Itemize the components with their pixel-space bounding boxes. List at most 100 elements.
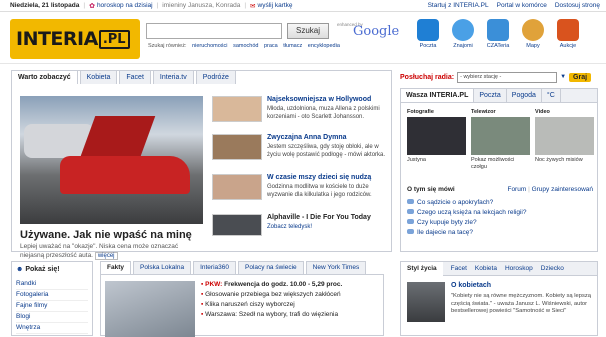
story-title[interactable]: Zwyczajna Anna Dymna	[267, 134, 347, 141]
interia-logo[interactable]: INTERIA .PL	[10, 19, 140, 59]
tab-local-poland[interactable]: Polska Lokalna	[132, 261, 192, 274]
story-title[interactable]: Alphaville - I Die For You Today	[267, 214, 371, 221]
talk-topic[interactable]: Ile dajecie na tacę?	[417, 229, 473, 236]
tab-your-interia[interactable]: Wasza INTERIA.PL	[401, 89, 475, 102]
search-button[interactable]: Szukaj	[287, 23, 329, 39]
media-item[interactable]: Telewizor Pokaz możliwości czołgu	[471, 109, 530, 170]
tab-mail[interactable]: Poczta	[474, 89, 507, 102]
talk-topic[interactable]: Czego uczą księża na lekcjach religii?	[417, 209, 526, 216]
list-item[interactable]: Czy kupuje byty zle?	[407, 219, 593, 226]
story-thumbnail[interactable]	[212, 174, 262, 200]
radio-station-select[interactable]: - wybierz stację -	[457, 71, 558, 83]
list-item[interactable]: Ile dajecie na tacę?	[407, 229, 593, 236]
lifestyle-header: Styl życia Facet Kobieta Horoskop Dzieck…	[401, 261, 597, 276]
news-headline[interactable]: Klika naruszeń ciszy wyborczej	[205, 301, 295, 308]
news-headline[interactable]: Głosowanie przebiega bez większych zakłó…	[205, 291, 341, 298]
mail-service[interactable]: Poczta	[414, 19, 442, 49]
talk-list: Co sądzicie o apokryfach? Czego uczą ksi…	[407, 199, 593, 236]
talk-topic[interactable]: Co sądzicie o apokryfach?	[417, 199, 493, 206]
list-item[interactable]: Czego uczą księża na lekcjach religii?	[407, 209, 593, 216]
service-label: CZATeria	[486, 43, 510, 49]
lead-title[interactable]: Używane. Jak nie wpaść na minę	[20, 229, 192, 241]
more-button[interactable]: więcej	[94, 251, 118, 260]
lifestyle-link-horoscope[interactable]: Horoskop	[505, 265, 533, 272]
maps-service[interactable]: Mapy	[519, 19, 547, 49]
tab-facts[interactable]: Fakty	[100, 261, 131, 274]
top-links: Startuj z INTERIA.PL Portal w komórce Do…	[428, 2, 600, 9]
tab-weather[interactable]: Pogoda	[507, 89, 542, 102]
chevron-down-icon[interactable]: ▼	[560, 74, 566, 80]
play-radio-button[interactable]: Graj	[569, 72, 592, 82]
lifestyle-link-man[interactable]: Facet	[451, 265, 467, 272]
tab-man[interactable]: Facet	[119, 70, 151, 84]
sidebar-item-interiors[interactable]: Wnętrza	[16, 323, 88, 334]
comment-icon	[407, 199, 414, 204]
story-title[interactable]: W czasie mszy dzieci się nudzą	[267, 174, 371, 181]
list-item[interactable]: Co sądzicie o apokryfach?	[407, 199, 593, 206]
list-item[interactable]: ▪ Warszawa: Szedł na wybory, trafi do wi…	[201, 311, 342, 318]
service-label: Mapy	[526, 43, 540, 49]
sidebar-item-dating[interactable]: Randki	[16, 279, 88, 290]
lead-photo[interactable]	[20, 96, 203, 224]
media-caption[interactable]: Justyna	[407, 157, 466, 164]
news-photo[interactable]	[105, 281, 195, 337]
media-strip: Fotografie Justyna Telewizor Pokaz możli…	[407, 109, 594, 170]
sidebar-item-gallery[interactable]: Fotogaleria	[16, 290, 88, 301]
media-thumbnail[interactable]	[471, 117, 530, 155]
list-item[interactable]: ▪ Głosowanie przebiega bez większych zak…	[201, 291, 342, 298]
list-item[interactable]: ▪ Klika naruszeń ciszy wyborczej	[201, 301, 342, 308]
customize-page-link[interactable]: Dostosuj stronę	[555, 2, 600, 9]
media-caption[interactable]: Noc żywych misiów	[535, 157, 594, 164]
category-link[interactable]: nieruchomości	[192, 43, 227, 49]
auctions-service[interactable]: Aukcje	[554, 19, 582, 49]
media-item[interactable]: Video Noc żywych misiów	[535, 109, 594, 170]
lifestyle-link-child[interactable]: Dziecko	[541, 265, 564, 272]
talk-title: O tym się mówi	[407, 186, 455, 193]
sidebar-item-videos[interactable]: Fajne filmy	[16, 301, 88, 312]
tab-interia-tv[interactable]: Interia.tv	[152, 70, 194, 84]
chat-service[interactable]: CZATeria	[484, 19, 512, 49]
send-card-link[interactable]: wyślij kartkę	[258, 2, 293, 9]
friends-service[interactable]: Znajomi	[449, 19, 477, 49]
category-link[interactable]: encyklopedia	[308, 43, 340, 49]
news-headline[interactable]: Frekwencja do godz. 10.00 - 5,29 proc.	[224, 281, 342, 288]
start-link[interactable]: Startuj z INTERIA.PL	[428, 2, 489, 9]
sidebar-item-blogs[interactable]: Blogi	[16, 312, 88, 323]
media-thumbnail[interactable]	[535, 117, 594, 155]
mobile-portal-link[interactable]: Portal w komórce	[497, 2, 547, 9]
list-item[interactable]: ▪ PKW: Frekwencja do godz. 10.00 - 5,29 …	[201, 281, 342, 288]
tab-travel[interactable]: Podróże	[195, 70, 236, 84]
people-icon: ☻	[16, 266, 24, 273]
lead-text: Lepiej uważać na "okazje". Niska cena mo…	[20, 243, 203, 261]
tab-temperature[interactable]: °C	[542, 89, 561, 102]
lifestyle-story-title[interactable]: O kobietach	[451, 282, 491, 289]
category-link[interactable]: praca	[264, 43, 278, 49]
groups-link[interactable]: Grupy zainteresowań	[532, 186, 593, 193]
media-thumbnail[interactable]	[407, 117, 466, 155]
media-caption[interactable]: Pokaz możliwości czołgu	[471, 157, 530, 170]
tab-nyt[interactable]: New York Times	[305, 261, 367, 274]
forum-link[interactable]: Forum	[507, 186, 526, 193]
talk-section: O tym się mówi Forum | Grupy zainteresow…	[407, 186, 593, 239]
arrow-icon: ▪	[201, 291, 204, 298]
featured-tabs: Warto zobaczyć Kobieta Facet Interia.tv …	[11, 70, 238, 84]
story-title[interactable]: Najseksowniejsza w Hollywood	[267, 96, 371, 103]
google-logo: Google	[353, 24, 400, 39]
author-photo[interactable]	[407, 282, 445, 322]
story-text[interactable]: Zobacz teledysk!	[267, 224, 392, 232]
story-thumbnail[interactable]	[212, 134, 262, 160]
story-thumbnail[interactable]	[212, 214, 262, 236]
tab-woman[interactable]: Kobieta	[79, 70, 118, 84]
lifestyle-link-woman[interactable]: Kobieta	[475, 265, 497, 272]
talk-topic[interactable]: Czy kupuje byty zle?	[417, 219, 477, 226]
category-link[interactable]: tłumacz	[283, 43, 302, 49]
category-link[interactable]: samochód	[233, 43, 258, 49]
news-headline[interactable]: Warszawa: Szedł na wybory, trafi do więz…	[205, 311, 338, 318]
horoscope-link[interactable]: horoskop na dzisiaj	[97, 2, 153, 9]
story-thumbnail[interactable]	[212, 96, 262, 122]
tab-featured[interactable]: Warto zobaczyć	[11, 70, 78, 84]
tab-interia360[interactable]: Interia360	[193, 261, 236, 274]
tab-poles-abroad[interactable]: Polacy na świecie	[238, 261, 304, 274]
search-input[interactable]	[146, 23, 282, 39]
media-item[interactable]: Fotografie Justyna	[407, 109, 466, 170]
